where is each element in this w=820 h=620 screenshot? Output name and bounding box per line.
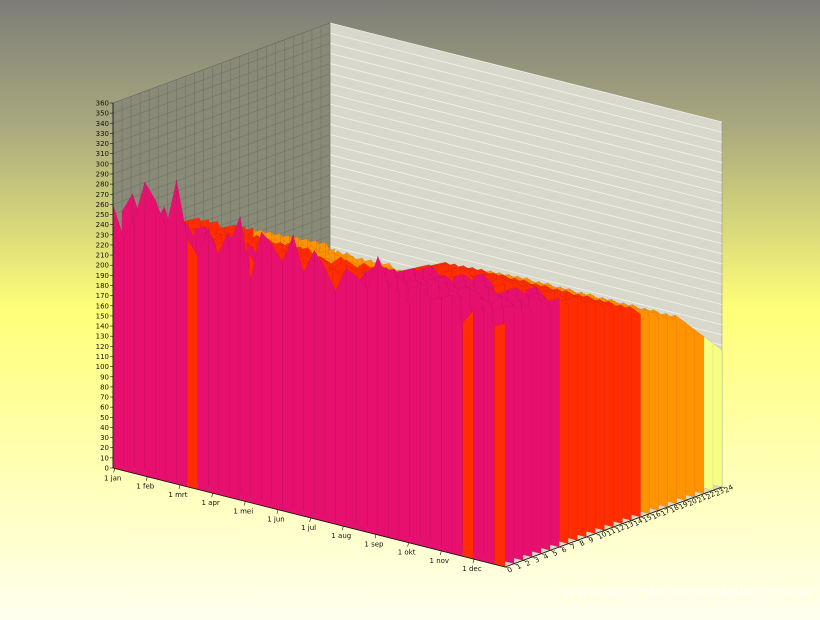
surface-facet [218,243,230,498]
surface-facet [208,228,220,495]
y-tick-label: 190 [96,272,109,280]
y-tick-label: 130 [96,333,109,341]
surface-facet [165,179,177,485]
y-tick-label: 300 [96,160,109,168]
chart-stage: 0 10 20 30 40 50 60 70 80 90 100 110 120 130 140 150 160… [0,0,820,620]
y-tick-label: 290 [96,170,109,178]
y-tick-label: 280 [96,181,109,189]
surface-facet [483,307,495,565]
y-tick-label: 100 [96,363,109,371]
y-tick-label: 140 [96,323,109,331]
surface-facet [430,297,442,552]
y-tick-label: 330 [96,130,109,138]
y-tick-label: 180 [96,282,109,290]
y-tick-label: 40 [100,424,109,432]
surface-facet [473,307,484,562]
surface-facet [314,249,326,522]
surface-facet [377,256,389,538]
surface-facet [187,237,198,490]
x-tick-label: 1 feb [136,483,154,491]
y-tick-label: 250 [96,211,109,219]
x-tick-label: 1 mei [233,507,253,515]
y-tick-label: 10 [100,454,109,462]
surface-facet [420,281,431,549]
x-tick-label: 1 apr [201,499,219,507]
surface-facet [123,219,135,474]
surface-facet [134,181,145,477]
y-tick-label: 110 [96,353,109,361]
y-tick-label: 170 [96,292,109,300]
y-tick-label: 120 [96,343,109,351]
y-tick-label: 240 [96,221,109,229]
y-tick-label: 50 [100,414,109,422]
surface-facet [261,231,273,509]
surface-facet [303,250,315,520]
x-tick-label: 1 jan [104,474,121,482]
y-tick-label: 160 [96,302,109,310]
surface-facet [388,283,400,541]
y-tick-label: 60 [100,404,109,412]
surface-facet [112,204,124,471]
surface-facet [494,323,506,568]
surface-facet [441,294,453,554]
x-tick-label: 1 jun [267,516,285,524]
y-tick-label: 90 [100,373,109,381]
y-tick-label: 270 [96,191,109,199]
y-tick-label: 230 [96,231,109,239]
x-tick-label: 1 nov [430,557,450,565]
x-tick-label: 1 dec [462,565,481,573]
surface-facet [345,268,357,530]
surface-facet [271,243,283,512]
y-tick-label: 210 [96,252,109,260]
surface-facet [197,228,209,493]
y-tick-label: 360 [96,100,109,108]
x-tick-label: 1 sep [364,540,384,548]
y-tick-label: 320 [96,140,109,148]
y-tick-label: 30 [100,434,109,442]
surface-chart: 0 10 20 30 40 50 60 70 80 90 100 110 120 130 140 150 160… [0,0,820,620]
y-tick-label: 20 [100,444,109,452]
surface-facet [282,234,294,514]
x-tick-label: 1 okt [398,549,416,557]
y-tick-label: 260 [96,201,109,209]
y-tick-label: 340 [96,120,109,128]
x-tick-label: 1 jul [301,524,316,532]
y-tick-label: 220 [96,241,109,249]
surface-facet [451,295,463,557]
surface-facet [155,199,167,482]
surface-facet [335,268,347,528]
y-tick-label: 0 [105,465,109,473]
surface-facet [250,231,262,506]
surface-facet [144,181,156,479]
surface-facet [462,310,474,560]
surface-facet [409,281,421,546]
surface-facet [398,291,410,544]
surface-facet [356,275,368,533]
surface-facet [324,267,336,525]
y-tick-label: 150 [96,312,109,320]
watermark: www.weerstationhaaksbergen.nl [563,582,812,600]
y-tick-label: 350 [96,110,109,118]
surface-facet [367,256,379,536]
surface-facet [292,234,304,517]
x-tick-label: 1 aug [331,532,351,540]
y-tick-label: 310 [96,150,109,158]
y-tick-label: 70 [100,394,109,402]
x-tick-label: 1 mrt [168,491,187,499]
surface-facet [229,216,241,501]
y-tick-label: 200 [96,262,109,270]
y-tick-label: 80 [100,383,109,391]
